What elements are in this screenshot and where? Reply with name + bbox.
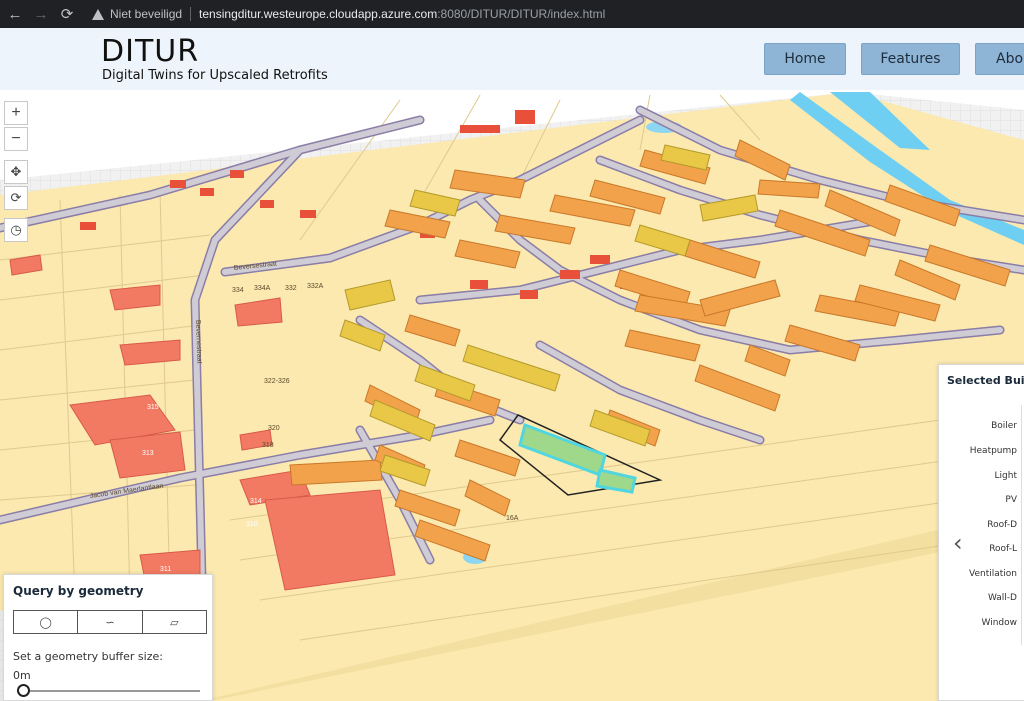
row-roof-d: Roof-D	[987, 520, 1017, 530]
app-title: DITUR	[101, 34, 200, 69]
parcel-label-320: 320	[268, 425, 280, 432]
buffer-size-label: Set a geometry buffer size:	[13, 650, 163, 663]
zoom-out-button[interactable]: −	[4, 127, 28, 151]
parcel-label-334a: 334A	[254, 285, 271, 292]
buffer-slider-thumb[interactable]	[17, 684, 30, 697]
polygon-tool-icon[interactable]: ▱	[143, 611, 206, 633]
row-pv: PV	[1005, 495, 1017, 505]
row-wall-d: Wall-D	[987, 593, 1017, 603]
url-separator	[190, 7, 192, 21]
geometry-tool-group: ◯ ∽ ▱	[13, 610, 207, 634]
row-ventilation: Ventilation	[969, 569, 1017, 579]
selected-panel-title: Selected Building	[947, 374, 1024, 387]
url-path: :8080/DITUR/DITUR/index.html	[437, 7, 606, 21]
parcel-label-16a: 16A	[506, 515, 519, 522]
row-window: Window	[981, 618, 1018, 628]
parcel-label-311: 311	[160, 566, 171, 573]
nav-features-button[interactable]: Features	[861, 43, 960, 75]
forward-arrow-icon[interactable]: →	[30, 3, 52, 25]
parcel-label-332a: 332A	[307, 283, 324, 290]
parcel-label-318: 318	[262, 442, 274, 449]
parcel-label-315: 315	[147, 404, 159, 411]
parcel-label-322: 322-326	[264, 378, 290, 385]
parcel-label-332: 332	[285, 285, 297, 292]
security-label: Niet beveiligd	[110, 7, 183, 21]
query-panel-title: Query by geometry	[13, 584, 144, 598]
browser-toolbar: ← → ⟳ Niet beveiligd tensingditur.westeu…	[0, 0, 1024, 28]
point-tool-icon[interactable]: ◯	[14, 611, 79, 633]
buffer-slider-track[interactable]	[22, 690, 200, 692]
nav-home-button[interactable]: Home	[764, 43, 846, 75]
chevron-left-icon[interactable]: ‹	[953, 529, 963, 557]
row-boiler: Boiler	[991, 421, 1017, 431]
app-header: DITUR Digital Twins for Upscaled Retrofi…	[0, 28, 1024, 90]
nav-about-button[interactable]: About	[975, 43, 1024, 75]
app-subtitle: Digital Twins for Upscaled Retrofits	[102, 68, 328, 83]
zoom-in-button[interactable]: +	[4, 101, 28, 125]
reload-icon[interactable]: ⟳	[56, 3, 78, 25]
security-indicator[interactable]: Niet beveiligd	[92, 7, 182, 21]
parcel-label-310: 310	[246, 521, 258, 528]
back-arrow-icon[interactable]: ←	[4, 3, 26, 25]
line-tool-icon[interactable]: ∽	[78, 611, 143, 633]
rotate-icon[interactable]: ⟳	[4, 186, 28, 210]
url-host: tensingditur.westeurope.cloudapp.azure.c…	[199, 7, 438, 21]
move-icon[interactable]: ✥	[4, 160, 28, 184]
row-light: Light	[994, 471, 1017, 481]
warning-icon	[92, 8, 104, 20]
clock-icon[interactable]: ◷	[4, 218, 28, 242]
parcel-label-314: 314	[250, 498, 262, 505]
row-heatpump: Heatpump	[969, 446, 1017, 456]
row-roof-l: Roof-L	[989, 544, 1017, 554]
selected-building-panel: Selected Building ‹ Boiler Heatpump Ligh…	[938, 364, 1024, 701]
address-bar[interactable]: tensingditur.westeurope.cloudapp.azure.c…	[199, 7, 605, 21]
buffer-size-value: 0m	[13, 669, 31, 682]
parcel-label-334: 334	[232, 287, 244, 294]
query-by-geometry-panel: Query by geometry ◯ ∽ ▱ Set a geometry b…	[3, 574, 213, 701]
parcel-label-313: 313	[142, 450, 154, 457]
